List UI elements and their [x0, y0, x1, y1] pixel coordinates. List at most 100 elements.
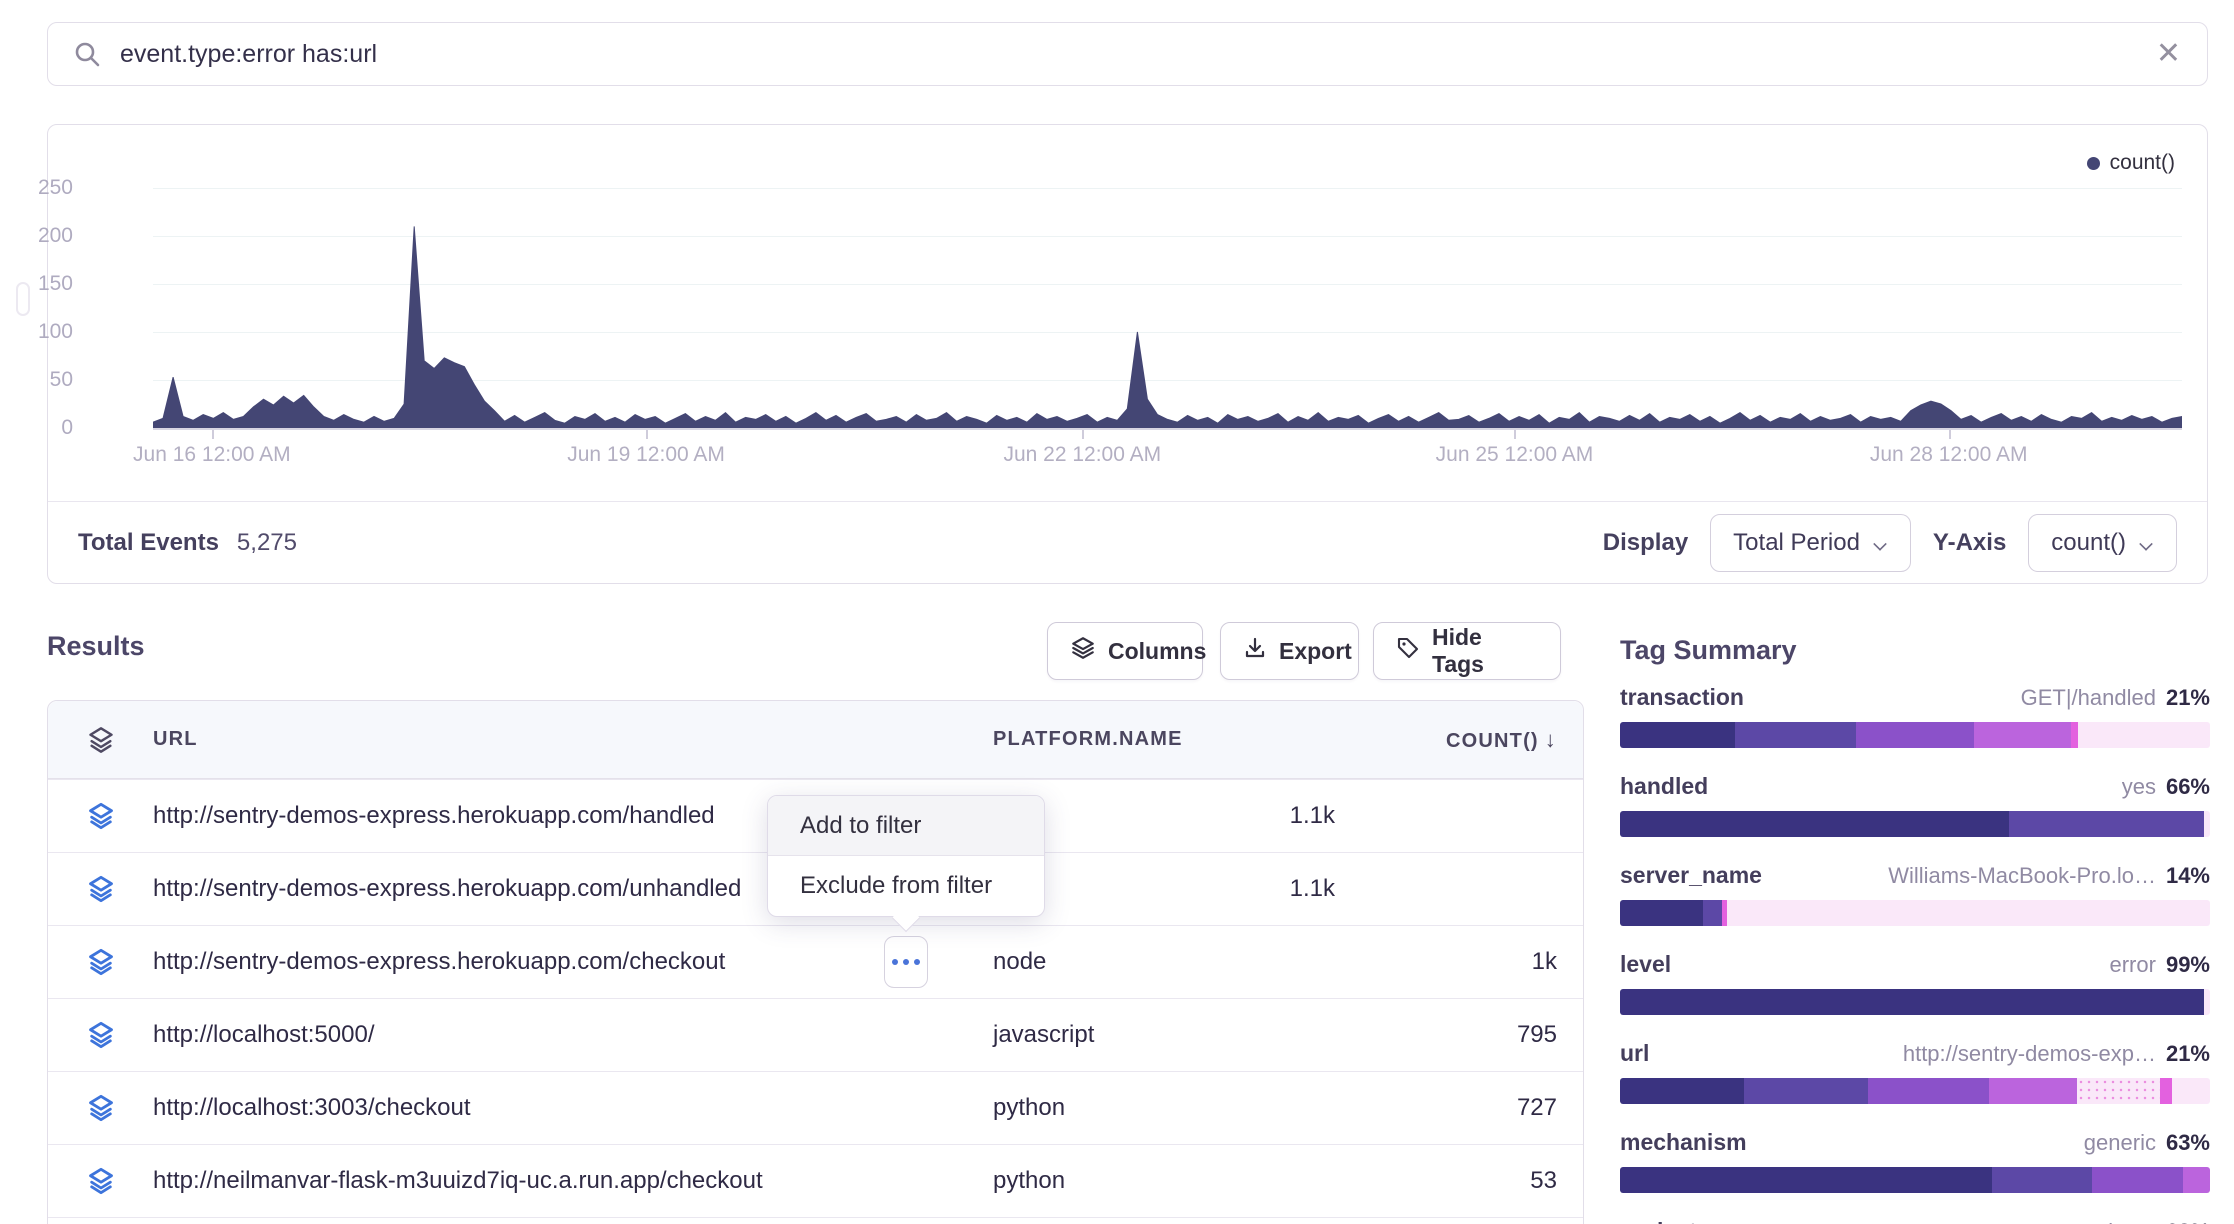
tag-bar-segment[interactable]	[2078, 722, 2210, 748]
tag-bar-segment[interactable]	[1744, 1078, 1868, 1104]
tag-top-percent: 63%	[2166, 1219, 2210, 1224]
display-dropdown[interactable]: Total Period	[1710, 514, 1911, 572]
tag-top-value: express-demo	[2017, 1219, 2156, 1224]
count-cell[interactable]: 1.1k	[1135, 875, 1335, 903]
x-tick-label: Jun 19 12:00 AM	[567, 443, 725, 467]
tag-bar-segment[interactable]	[2092, 1167, 2183, 1193]
y-tick-label: 250	[3, 176, 73, 200]
tag-distribution-bar[interactable]	[1620, 1167, 2210, 1193]
menu-item-add-to-filter[interactable]: Add to filter	[768, 796, 1044, 856]
url-cell[interactable]: http://neilmanvar-flask-m3uuizd7iq-uc.a.…	[153, 1167, 993, 1195]
count-header-label: COUNT()	[1446, 730, 1539, 752]
column-header-url[interactable]: URL	[153, 728, 993, 751]
tag-bar-segment[interactable]	[2204, 811, 2210, 837]
tag-name: url	[1620, 1040, 1649, 1067]
platform-cell[interactable]: javascript	[993, 1021, 1357, 1049]
open-stack-icon[interactable]	[48, 802, 153, 830]
tag-bar-segment[interactable]	[2071, 722, 2078, 748]
count-cell[interactable]: 1k	[1357, 948, 1557, 976]
url-cell[interactable]: http://sentry-demos-express.herokuapp.co…	[153, 802, 771, 830]
clear-search-icon[interactable]: ✕	[2156, 39, 2181, 69]
tag-block: server_nameWilliams-MacBook-Pro.lo…14%	[1620, 862, 2210, 926]
export-button-label: Export	[1279, 638, 1352, 665]
count-cell[interactable]: 53	[1357, 1167, 1557, 1195]
platform-cell[interactable]: python	[993, 1094, 1357, 1122]
tag-distribution-bar[interactable]	[1620, 900, 2210, 926]
export-button[interactable]: Export	[1220, 622, 1359, 680]
tag-block: handledyes66%	[1620, 773, 2210, 837]
y-tick-label: 50	[3, 368, 73, 392]
layers-icon	[1070, 635, 1096, 667]
area-chart[interactable]	[153, 186, 2182, 429]
tag-top-percent: 99%	[2166, 952, 2210, 978]
open-stack-icon[interactable]	[48, 1094, 153, 1122]
download-icon	[1243, 636, 1267, 666]
chevron-down-icon	[1874, 538, 1888, 547]
tag-bar-segment[interactable]	[2009, 811, 2204, 837]
tag-bar-segment[interactable]	[1703, 900, 1722, 926]
tag-name: handled	[1620, 773, 1708, 800]
tag-bar-segment[interactable]	[1735, 722, 1856, 748]
tag-top-value: http://sentry-demos-exp…	[1903, 1041, 2156, 1067]
platform-cell[interactable]: python	[993, 1167, 1357, 1195]
hide-tags-button[interactable]: Hide Tags	[1373, 622, 1561, 680]
tag-bar-segment[interactable]	[2183, 1167, 2210, 1193]
tag-top-value: Williams-MacBook-Pro.lo…	[1888, 863, 2156, 889]
tag-distribution-bar[interactable]	[1620, 989, 2210, 1015]
columns-button[interactable]: Columns	[1047, 622, 1203, 680]
search-bar: ✕	[47, 22, 2208, 86]
tag-distribution-bar[interactable]	[1620, 811, 2210, 837]
yaxis-dropdown-value: count()	[2051, 529, 2126, 557]
tag-name: transaction	[1620, 684, 1744, 711]
x-tick-label: Jun 25 12:00 AM	[1436, 443, 1594, 467]
table-row: http://sentry-demos-express.herokuapp.co…	[48, 925, 1583, 998]
tag-top-value: yes	[2122, 774, 2156, 800]
tag-top-value: generic	[2084, 1130, 2156, 1156]
tag-bar-segment[interactable]	[1727, 900, 2210, 926]
cell-actions-button[interactable]	[884, 936, 928, 988]
tag-bar-segment[interactable]	[1992, 1167, 2092, 1193]
display-dropdown-value: Total Period	[1733, 529, 1860, 557]
count-cell[interactable]: 1.1k	[1135, 802, 1335, 830]
tag-bar-segment[interactable]	[1989, 1078, 2078, 1104]
column-header-platform[interactable]: PLATFORM.NAME	[993, 728, 1357, 751]
tag-bar-segment[interactable]	[1620, 900, 1703, 926]
url-cell[interactable]: http://sentry-demos-express.herokuapp.co…	[153, 875, 771, 903]
chart-legend[interactable]: count()	[2087, 151, 2175, 175]
tag-bar-segment[interactable]	[1620, 811, 2009, 837]
tag-distribution-bar[interactable]	[1620, 722, 2210, 748]
open-stack-icon[interactable]	[48, 948, 153, 976]
open-stack-icon[interactable]	[48, 875, 153, 903]
tag-bar-segment[interactable]	[1974, 722, 2071, 748]
sort-desc-icon: ↓	[1545, 727, 1557, 752]
search-input[interactable]	[120, 40, 2156, 69]
url-cell[interactable]: http://sentry-demos-express.herokuapp.co…	[153, 948, 993, 976]
open-stack-icon[interactable]	[48, 1167, 153, 1195]
tag-bar-segment[interactable]	[1620, 722, 1735, 748]
tag-summary-heading: Tag Summary	[1620, 635, 2210, 666]
count-cell[interactable]: 727	[1357, 1094, 1557, 1122]
tag-bar-segment[interactable]	[1620, 1078, 1744, 1104]
y-tick-label: 200	[3, 224, 73, 248]
count-cell[interactable]: 795	[1357, 1021, 1557, 1049]
tag-bar-segment[interactable]	[1868, 1078, 1989, 1104]
url-cell[interactable]: http://localhost:3003/checkout	[153, 1094, 993, 1122]
tag-icon	[1396, 636, 1420, 666]
tag-bar-segment[interactable]	[1620, 989, 2204, 1015]
tag-bar-segment[interactable]	[1856, 722, 1974, 748]
open-stack-icon[interactable]	[48, 1021, 153, 1049]
tag-bar-segment[interactable]	[2172, 1078, 2210, 1104]
tag-bar-segment[interactable]	[1620, 1167, 1992, 1193]
x-tick-mark	[1949, 430, 1951, 439]
yaxis-dropdown[interactable]: count()	[2028, 514, 2177, 572]
tag-bar-segment[interactable]	[2077, 1078, 2160, 1104]
tag-distribution-bar[interactable]	[1620, 1078, 2210, 1104]
tag-bar-segment[interactable]	[2204, 989, 2210, 1015]
x-tick-label: Jun 16 12:00 AM	[133, 443, 291, 467]
column-header-count[interactable]: COUNT() ↓	[1357, 727, 1557, 753]
table-row: http://neilmanvar-flask-m3uuizd7iq-uc.a.…	[48, 1144, 1583, 1217]
platform-cell[interactable]: node	[993, 948, 1357, 976]
tag-bar-segment[interactable]	[2160, 1078, 2172, 1104]
url-cell[interactable]: http://localhost:5000/	[153, 1021, 993, 1049]
tag-block: transactionGET|/handled21%	[1620, 684, 2210, 748]
